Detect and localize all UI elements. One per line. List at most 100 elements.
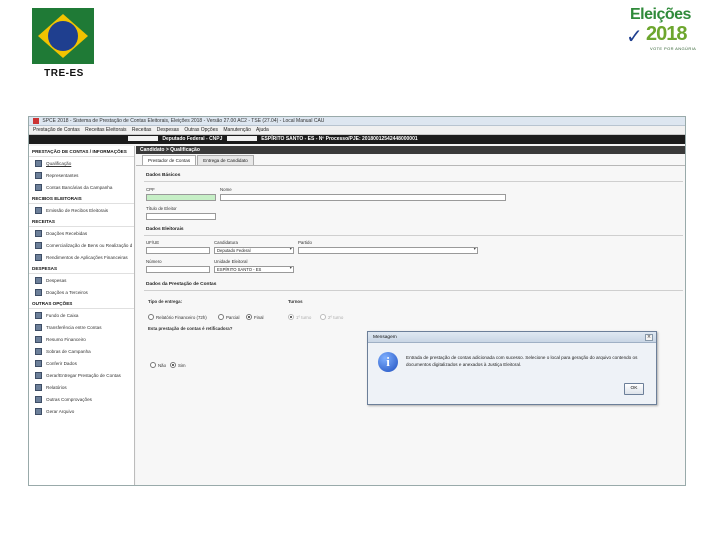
money-icon (35, 253, 42, 261)
divider (144, 290, 683, 291)
sidebar-item-comercializacao[interactable]: Comercialização de Bens ou Realização d (29, 239, 134, 251)
turnos-label: Turnos (288, 299, 303, 304)
tab-prestador[interactable]: Prestador de Contas (142, 155, 197, 165)
sidebar-item-gerar-arquivo[interactable]: Gerar Arquivo (29, 405, 134, 417)
deliver-icon (35, 371, 42, 379)
sidebar-group-recibos: RECIBOS ELEITORAIS (29, 193, 134, 204)
partido-select[interactable] (298, 247, 478, 254)
numero-field[interactable] (146, 266, 210, 273)
window-title: SPCE 2018 - Sistema de Prestação de Cont… (42, 118, 325, 124)
sidebar-item-doacoes-terceiros[interactable]: Doações a Terceiros (29, 286, 134, 298)
candidatura-label: Candidatura (214, 240, 238, 245)
sidebar-item-doacoes-recebidas[interactable]: Doações Recebidas (29, 227, 134, 239)
app-icon (33, 117, 39, 124)
menu-prestacao[interactable]: Prestação de Contas (33, 127, 80, 133)
sidebar-item-resumo-financeiro[interactable]: Resumo Financeiro (29, 333, 134, 345)
nome-label: Nome (220, 187, 232, 192)
sidebar-item-outras-comprovacoes[interactable]: Outras Comprovações (29, 393, 134, 405)
main-pane: Candidato > Qualificação Prestador de Co… (136, 146, 685, 485)
app-body: PRESTAÇÃO DE CONTAS / INFORMAÇÕES Qualif… (29, 146, 685, 485)
report-icon (35, 383, 42, 391)
sidebar-item-relatorios[interactable]: Relatórios (29, 381, 134, 393)
bank-icon (35, 183, 42, 191)
partido-label: Partido (298, 240, 312, 245)
check-data-icon (35, 359, 42, 367)
sidebar-item-transferencia[interactable]: Transferência entre Contas (29, 321, 134, 333)
window-titlebar: SPCE 2018 - Sistema de Prestação de Cont… (29, 117, 685, 126)
spce-app-window: SPCE 2018 - Sistema de Prestação de Cont… (28, 116, 686, 486)
numero-label: Número (146, 259, 162, 264)
eleicoes-2018-logo: Eleições ✓ 2018 VOTE POR ANGÚRIA (624, 6, 708, 56)
eleicoes-logo-year: 2018 (646, 23, 687, 45)
unidade-eleitoral-label: Unidade Eleitoral (214, 259, 248, 264)
sidebar-item-contas-bancarias[interactable]: Contas Bancárias da Campanha (29, 181, 134, 193)
tab-entrega-candidato[interactable]: Entrega de Candidato (197, 155, 254, 165)
unidade-eleitoral-select[interactable]: ESPÍRITO SANTO - ES (214, 266, 294, 273)
sidebar-item-despesas[interactable]: Despesas (29, 274, 134, 286)
candidate-office: Deputado Federal - CNPJ (162, 136, 223, 142)
eleicoes-logo-title: Eleições (630, 6, 691, 23)
menu-manutencao[interactable]: Manutenção (223, 127, 251, 133)
uf-field[interactable] (146, 247, 210, 254)
ok-button[interactable]: OK (624, 383, 644, 395)
dados-eleitorais-title: Dados Eleitorais (146, 227, 184, 232)
eleicoes-logo-tagline: VOTE POR ANGÚRIA (650, 46, 697, 51)
sidebar-item-gerar-entregar[interactable]: Gerar/Entregar Prestação de Contas (29, 369, 134, 381)
sidebar-item-rendimentos[interactable]: Rendimentos de Aplicações Financeiras (29, 251, 134, 263)
checkmark-icon: ✓ (626, 24, 643, 48)
goods-icon (35, 241, 42, 249)
menu-ajuda[interactable]: Ajuda (256, 127, 269, 133)
sidebar-header: PRESTAÇÃO DE CONTAS / INFORMAÇÕES (29, 146, 134, 157)
sidebar-group-receitas: RECEITAS (29, 216, 134, 227)
summary-icon (35, 335, 42, 343)
tre-logo-text: TRE-ES (44, 68, 84, 79)
cpf-field[interactable] (146, 194, 216, 201)
sidebar-item-fundo-caixa[interactable]: Fundo de Caixa (29, 309, 134, 321)
transfer-icon (35, 323, 42, 331)
expense-icon (35, 276, 42, 284)
cpf-label: CPF (146, 187, 155, 192)
dialog-title: Mensagem (368, 332, 656, 343)
sidebar: PRESTAÇÃO DE CONTAS / INFORMAÇÕES Qualif… (29, 146, 135, 485)
divider (144, 235, 683, 236)
menu-receitas[interactable]: Receitas (132, 127, 151, 133)
menu-bar: Prestação de Contas Receitas Eleitorais … (29, 126, 685, 135)
tipo-relatorio-financeiro-radio[interactable]: Relatório Financeiro (72h) (148, 314, 207, 320)
menu-recibos[interactable]: Receitas Eleitorais (85, 127, 126, 133)
tipo-entrega-label: Tipo de entrega: (148, 299, 183, 304)
candidate-info-bar: Deputado Federal - CNPJ ESPÍRITO SANTO -… (29, 135, 685, 144)
section-title: Candidato > Qualificação (136, 146, 685, 154)
sidebar-group-despesas: DESPESAS (29, 263, 134, 274)
receipt-icon (35, 206, 42, 214)
turno-1-radio[interactable]: 1º turno (288, 314, 311, 320)
tipo-parcial-radio[interactable]: Parcial (218, 314, 239, 320)
tab-bar: Prestador de Contas Entrega de Candidato (136, 154, 685, 166)
nome-field[interactable] (220, 194, 506, 201)
candidatura-select[interactable]: Deputado Federal (214, 247, 294, 254)
tre-es-logo: TRE-ES (28, 8, 100, 79)
close-icon[interactable]: × (645, 334, 653, 341)
people-icon (35, 171, 42, 179)
turno-2-radio[interactable]: 2º turno (320, 314, 343, 320)
file-icon (35, 407, 42, 415)
tipo-final-radio[interactable]: Final (246, 314, 264, 320)
menu-outras-opcoes[interactable]: Outras Opções (184, 127, 218, 133)
dados-prestacao-title: Dados da Prestação de Contas (146, 282, 217, 287)
sidebar-item-representantes[interactable]: Representantes (29, 169, 134, 181)
menu-despesas[interactable]: Despesas (157, 127, 179, 133)
titulo-eleitor-label: Título de Eleitor (146, 206, 177, 211)
retificadora-sim-radio[interactable]: Sim (170, 362, 186, 368)
info-icon: i (378, 352, 398, 372)
sidebar-item-emissao-recibos[interactable]: Emissão de Recibos Eleitorais (29, 204, 134, 216)
gift-icon (35, 288, 42, 296)
message-dialog: Mensagem × i Entrada de prestação de con… (367, 331, 657, 405)
leftover-icon (35, 347, 42, 355)
sidebar-item-qualificacao[interactable]: Qualificação (29, 157, 134, 169)
dialog-message: Entrada de prestação de contas adicionad… (406, 355, 638, 367)
sidebar-item-sobras[interactable]: Sobras de Campanha (29, 345, 134, 357)
uf-label: UF/UE (146, 240, 160, 245)
sidebar-item-conferir-dados[interactable]: Conferir Dados (29, 357, 134, 369)
retificadora-nao-radio[interactable]: Não (150, 362, 166, 368)
retificadora-label: Esta prestação de contas é retificadora? (148, 326, 233, 331)
titulo-eleitor-field[interactable] (146, 213, 216, 220)
